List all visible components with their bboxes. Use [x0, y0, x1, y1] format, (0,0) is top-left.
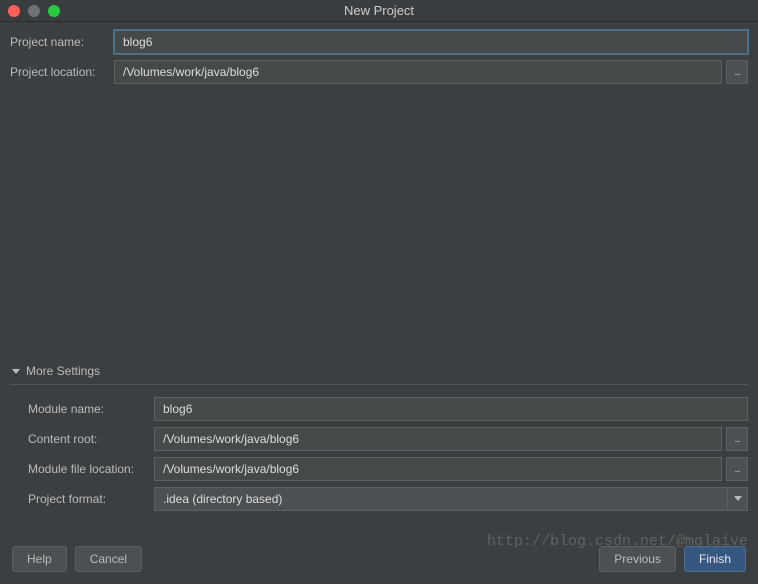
more-settings-toggle[interactable]: More Settings — [10, 360, 748, 382]
window-title: New Project — [0, 3, 758, 18]
module-name-label: Module name: — [28, 402, 154, 416]
more-settings-label: More Settings — [26, 364, 100, 378]
more-settings-panel: Module name: Content root: ... Module fi… — [10, 384, 748, 511]
project-location-label: Project location: — [10, 65, 114, 79]
ellipsis-icon: ... — [734, 67, 739, 78]
content-root-row: Content root: ... — [28, 427, 748, 451]
dialog-content: Project name: Project location: ... More… — [0, 22, 758, 511]
dropdown-arrow-icon — [728, 487, 748, 511]
window-controls — [0, 5, 60, 17]
chevron-down-icon — [10, 365, 22, 377]
module-file-location-label: Module file location: — [28, 462, 154, 476]
maximize-window-button[interactable] — [48, 5, 60, 17]
module-file-location-row: Module file location: ... — [28, 457, 748, 481]
empty-space — [10, 90, 748, 360]
ellipsis-icon: ... — [734, 434, 739, 445]
close-window-button[interactable] — [8, 5, 20, 17]
ellipsis-icon: ... — [734, 464, 739, 475]
project-format-value: .idea (directory based) — [154, 487, 728, 511]
project-format-select[interactable]: .idea (directory based) — [154, 487, 748, 511]
dialog-button-bar: Help Cancel Previous Finish — [0, 546, 758, 572]
project-name-label: Project name: — [10, 35, 114, 49]
project-location-input[interactable] — [114, 60, 722, 84]
content-root-input[interactable] — [154, 427, 722, 451]
module-file-location-input[interactable] — [154, 457, 722, 481]
finish-button[interactable]: Finish — [684, 546, 746, 572]
module-name-row: Module name: — [28, 397, 748, 421]
minimize-window-button[interactable] — [28, 5, 40, 17]
help-button[interactable]: Help — [12, 546, 67, 572]
browse-content-root-button[interactable]: ... — [726, 427, 748, 451]
content-root-label: Content root: — [28, 432, 154, 446]
cancel-button[interactable]: Cancel — [75, 546, 142, 572]
browse-module-file-button[interactable]: ... — [726, 457, 748, 481]
previous-button[interactable]: Previous — [599, 546, 676, 572]
project-location-row: Project location: ... — [10, 60, 748, 84]
project-name-input[interactable] — [114, 30, 748, 54]
titlebar: New Project — [0, 0, 758, 22]
browse-location-button[interactable]: ... — [726, 60, 748, 84]
module-name-input[interactable] — [154, 397, 748, 421]
project-format-row: Project format: .idea (directory based) — [28, 487, 748, 511]
project-name-row: Project name: — [10, 30, 748, 54]
project-format-label: Project format: — [28, 492, 154, 506]
